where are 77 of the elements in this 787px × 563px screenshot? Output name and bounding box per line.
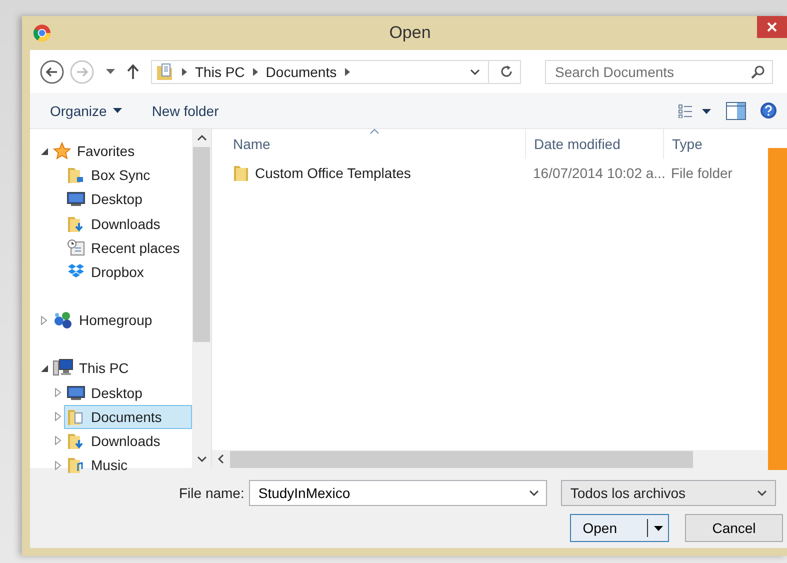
nav-item[interactable]: Recent places (64, 236, 192, 260)
nav-item[interactable]: Desktop (64, 187, 192, 212)
nav-item[interactable]: Box Sync (64, 163, 192, 188)
scroll-down-icon[interactable] (196, 456, 206, 462)
collapsed-arrow-icon[interactable] (55, 460, 61, 470)
view-options-icon[interactable] (678, 104, 712, 118)
caret-icon (654, 526, 663, 530)
scrollbar-thumb[interactable] (193, 147, 210, 342)
preview-pane-icon[interactable] (726, 102, 746, 120)
scroll-left-icon[interactable] (218, 454, 224, 464)
recent-locations-caret-icon[interactable] (106, 69, 115, 74)
help-icon[interactable] (760, 102, 777, 119)
nav-item[interactable]: Documents (64, 404, 192, 429)
recent-places-icon (67, 238, 85, 257)
nav-item[interactable]: Dropbox (64, 260, 192, 284)
expanded-arrow-icon[interactable] (40, 148, 48, 155)
chevron-down-icon (757, 490, 768, 496)
breadcrumb-arrow-icon[interactable] (252, 68, 258, 76)
nav-item[interactable]: Music (64, 453, 192, 478)
close-icon (767, 22, 777, 32)
documents-folder-icon (156, 62, 174, 80)
scrollbar-thumb[interactable] (230, 450, 693, 468)
expanded-arrow-icon[interactable] (40, 364, 48, 372)
nav-item[interactable]: Desktop (64, 380, 192, 405)
cancel-button[interactable]: Cancel (685, 514, 783, 542)
search-field[interactable]: Search Documents (545, 60, 773, 84)
column-header[interactable]: Name (212, 129, 525, 159)
horizontal-scrollbar[interactable] (212, 450, 768, 468)
nav-item[interactable]: Homegroup (50, 308, 192, 332)
folder-icon (67, 166, 85, 184)
close-button[interactable] (757, 16, 787, 38)
back-button[interactable] (40, 60, 64, 84)
breadcrumb-arrow-icon[interactable] (344, 68, 350, 76)
file-name-field[interactable]: StudyInMexico (249, 480, 548, 506)
monitor-icon (67, 191, 85, 208)
file-row[interactable]: Custom Office Templates 16/07/2014 10:02 a... File folder (212, 161, 768, 185)
organize-button[interactable]: Organize (42, 98, 130, 122)
nav-item[interactable]: Downloads (64, 428, 192, 453)
refresh-icon[interactable] (500, 65, 513, 78)
column-header[interactable]: Date modified (525, 129, 663, 159)
collapsed-arrow-icon[interactable] (55, 436, 61, 446)
chevron-down-icon[interactable] (529, 490, 540, 496)
collapsed-arrow-icon[interactable] (55, 388, 61, 398)
homegroup-icon (53, 311, 73, 330)
up-arrow-icon[interactable] (127, 64, 139, 79)
caret-icon (112, 108, 122, 113)
open-button[interactable]: Open (570, 514, 669, 542)
folder-icon (67, 456, 85, 474)
folder-icon (67, 432, 85, 450)
monitor-icon (67, 384, 85, 401)
dropbox-icon (67, 264, 85, 280)
browser-logo-icon (33, 24, 51, 42)
collapsed-arrow-icon[interactable] (55, 412, 61, 422)
breadcrumb-item[interactable]: This PC (195, 64, 245, 80)
folder-icon (233, 164, 249, 182)
star-icon (53, 142, 71, 160)
scroll-up-icon[interactable] (196, 135, 206, 141)
nav-item[interactable]: This PC (50, 356, 192, 380)
search-icon (751, 64, 765, 78)
folder-icon (67, 214, 85, 233)
breadcrumb-arrow-icon[interactable] (182, 68, 187, 76)
collapsed-arrow-icon[interactable] (41, 316, 47, 325)
address-bar[interactable]: This PC Documents (151, 60, 521, 84)
vertical-scrollbar[interactable] (192, 129, 211, 468)
breadcrumb-item[interactable]: Documents (266, 64, 337, 80)
nav-item[interactable]: Downloads (64, 212, 192, 236)
chevron-down-icon[interactable] (470, 68, 480, 74)
computer-icon (53, 359, 73, 378)
new-folder-button[interactable]: New folder (144, 98, 227, 122)
type-text: File folder (670, 165, 734, 181)
date-modified-text: 16/07/2014 10:02 a... (532, 165, 663, 181)
folder-icon (67, 408, 85, 426)
nav-item[interactable]: Favorites (50, 139, 192, 164)
window-title: Open (388, 23, 432, 43)
file-name-label: File name: (179, 485, 244, 501)
file-name-text: Custom Office Templates (255, 165, 411, 181)
file-type-dropdown[interactable]: Todos los archivos (561, 480, 776, 506)
